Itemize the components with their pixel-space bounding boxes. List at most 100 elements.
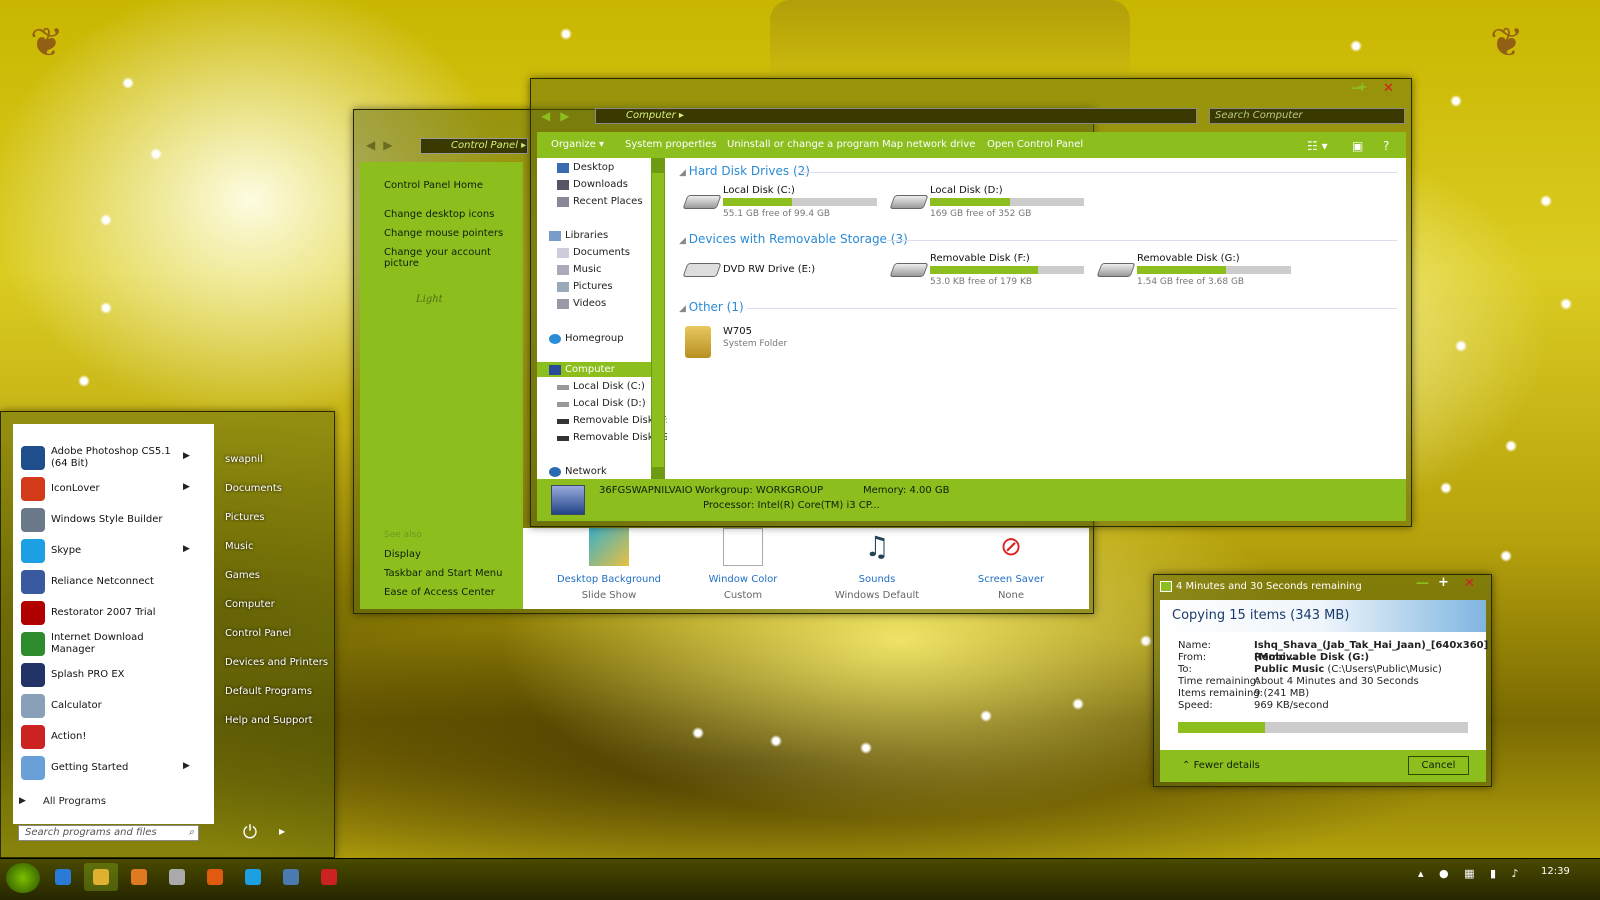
start-button[interactable] — [6, 863, 40, 893]
nav-item-local-disk-c[interactable]: Local Disk (C:) — [557, 381, 645, 392]
nav-item-music[interactable]: Music — [557, 264, 601, 275]
cp-link-taskbar[interactable]: Taskbar and Start Menu — [384, 568, 502, 579]
nav-item-recent-places[interactable]: Recent Places — [557, 196, 643, 207]
taskbar-item[interactable] — [122, 863, 156, 891]
taskbar-item[interactable] — [274, 863, 308, 891]
nav-item-homegroup[interactable]: Homegroup — [549, 333, 624, 344]
start-program-item[interactable]: Splash PRO EX — [19, 661, 209, 689]
start-right-item[interactable]: Pictures — [225, 512, 265, 523]
system-properties-button[interactable]: System properties — [625, 139, 717, 150]
cp-item-sounds[interactable]: ♫ Sounds Windows Default — [807, 528, 947, 601]
drive-removable-g[interactable]: Removable Disk (G:) 1.54 GB free of 3.68 … — [1093, 253, 1303, 287]
cp-link-mouse-pointers[interactable]: Change mouse pointers — [384, 228, 503, 239]
submenu-arrow-icon[interactable]: ▶ — [183, 482, 190, 492]
system-tray[interactable]: ▴ ● ▦ ▮ ♪ — [1418, 867, 1525, 880]
start-right-item[interactable]: Computer — [225, 599, 275, 610]
submenu-arrow-icon[interactable]: ▶ — [183, 451, 190, 461]
nav-item-network[interactable]: Network — [549, 466, 607, 477]
nav-item-downloads[interactable]: Downloads — [557, 179, 628, 190]
nav-item-local-disk-d[interactable]: Local Disk (D:) — [557, 398, 646, 409]
cp-address-bar[interactable]: Control Panel ▸ — [420, 138, 528, 154]
maximize-button[interactable]: + — [1357, 80, 1368, 95]
open-control-panel-button[interactable]: Open Control Panel — [987, 139, 1083, 150]
nav-item-desktop[interactable]: Desktop — [557, 162, 614, 173]
start-right-item[interactable]: Music — [225, 541, 253, 552]
cp-link-desktop-icons[interactable]: Change desktop icons — [384, 209, 494, 220]
explorer-window[interactable]: — + ✕ ◀▶ Computer ▸ Search Computer Orga… — [530, 78, 1412, 527]
cp-item-window-color[interactable]: Window Color Custom — [673, 528, 813, 601]
maximize-button[interactable]: + — [1438, 575, 1449, 590]
clock[interactable]: 12:39 — [1541, 866, 1570, 877]
nav-scrollbar[interactable] — [651, 158, 665, 479]
cp-nav-arrows[interactable]: ◀▶ — [366, 138, 400, 152]
nav-item-computer[interactable]: Computer — [549, 364, 615, 375]
nav-item-pictures[interactable]: Pictures — [557, 281, 613, 292]
explorer-address-bar[interactable]: Computer ▸ — [595, 108, 1197, 124]
start-right-item[interactable]: Games — [225, 570, 260, 581]
cp-link-account-picture[interactable]: Change your account picture — [384, 247, 523, 269]
submenu-arrow-icon[interactable]: ▶ — [183, 761, 190, 771]
submenu-arrow-icon[interactable]: ▶ — [183, 544, 190, 554]
shutdown-button[interactable]: ⏻ — [239, 822, 261, 844]
start-program-item[interactable]: Reliance Netconnect — [19, 568, 209, 596]
start-program-item[interactable]: IconLover ▶ — [19, 475, 209, 503]
section-other[interactable]: ◢ Other (1) — [679, 300, 744, 314]
map-network-drive-button[interactable]: Map network drive — [882, 139, 975, 150]
taskbar-item[interactable] — [160, 863, 194, 891]
start-right-item[interactable]: Help and Support — [225, 715, 313, 726]
close-button[interactable]: ✕ — [1383, 81, 1394, 96]
cp-item-desktop-background[interactable]: Desktop Background Slide Show — [539, 528, 679, 601]
start-program-item[interactable]: Skype ▶ — [19, 537, 209, 565]
scrollbar-thumb[interactable] — [652, 173, 664, 467]
cancel-button[interactable]: Cancel — [1408, 756, 1469, 775]
start-right-item[interactable]: Devices and Printers — [225, 657, 328, 668]
start-program-item[interactable]: Restorator 2007 Trial — [19, 599, 209, 627]
nav-item-documents[interactable]: Documents — [557, 247, 630, 258]
preview-pane-icon[interactable]: ▣ — [1352, 139, 1363, 153]
start-right-item[interactable]: Documents — [225, 483, 282, 494]
copy-progress-dialog[interactable]: 4 Minutes and 30 Seconds remaining — + ✕… — [1153, 574, 1492, 787]
drive-local-c[interactable]: Local Disk (C:) 55.1 GB free of 99.4 GB — [679, 185, 889, 219]
drive-dvd-e[interactable]: DVD RW Drive (E:) — [679, 253, 889, 285]
start-program-item[interactable]: Adobe Photoshop CS5.1 (64 Bit) ▶ — [19, 444, 209, 472]
all-programs-button[interactable]: All Programs — [43, 796, 106, 807]
firefox-icon — [207, 869, 223, 885]
taskbar-item[interactable] — [236, 863, 270, 891]
start-right-item[interactable]: Control Panel — [225, 628, 291, 639]
fewer-details-button[interactable]: ⌃ Fewer details — [1182, 760, 1260, 771]
taskbar-item[interactable] — [46, 863, 80, 891]
nav-item-videos[interactable]: Videos — [557, 298, 606, 309]
start-right-item[interactable]: swapnil — [225, 454, 263, 465]
view-options-icon[interactable]: ☷ ▾ — [1307, 139, 1328, 153]
drive-removable-f[interactable]: Removable Disk (F:) 53.0 KB free of 179 K… — [886, 253, 1096, 287]
device-w705[interactable]: W705 System Folder — [679, 326, 889, 358]
nav-item-libraries[interactable]: Libraries — [549, 230, 608, 241]
shutdown-options-arrow-icon[interactable]: ▶ — [279, 827, 285, 836]
start-program-item[interactable]: Getting Started ▶ — [19, 754, 209, 782]
start-right-item[interactable]: Default Programs — [225, 686, 312, 697]
start-program-item[interactable]: Windows Style Builder — [19, 506, 209, 534]
start-search-input[interactable]: Search programs and files ⌕ — [18, 825, 199, 841]
explorer-search-input[interactable]: Search Computer — [1209, 108, 1405, 124]
organize-button[interactable]: Organize ▾ — [551, 139, 604, 150]
downloads-icon — [557, 180, 569, 190]
start-menu[interactable]: Adobe Photoshop CS5.1 (64 Bit) ▶ IconLover… — [0, 411, 335, 858]
cp-item-screen-saver[interactable]: ⊘ Screen Saver None — [941, 528, 1081, 601]
taskbar-item[interactable] — [198, 863, 232, 891]
uninstall-program-button[interactable]: Uninstall or change a program — [727, 139, 879, 150]
taskbar-item[interactable] — [84, 863, 118, 891]
cp-link-ease-of-access[interactable]: Ease of Access Center — [384, 587, 495, 598]
drive-local-d[interactable]: Local Disk (D:) 169 GB free of 352 GB — [886, 185, 1096, 219]
start-program-item[interactable]: Calculator — [19, 692, 209, 720]
explorer-nav-arrows[interactable]: ◀▶ — [541, 109, 579, 123]
start-program-item[interactable]: Action! — [19, 723, 209, 751]
close-button[interactable]: ✕ — [1464, 576, 1475, 591]
minimize-button[interactable]: — — [1416, 576, 1429, 591]
cp-link-home[interactable]: Control Panel Home — [384, 180, 483, 191]
section-removable[interactable]: ◢ Devices with Removable Storage (3) — [679, 232, 908, 246]
cp-link-display[interactable]: Display — [384, 549, 421, 560]
taskbar-item[interactable] — [312, 863, 346, 891]
help-icon[interactable]: ? — [1383, 139, 1389, 153]
section-hard-disks[interactable]: ◢ Hard Disk Drives (2) — [679, 164, 810, 178]
start-program-item[interactable]: Internet Download Manager — [19, 630, 209, 658]
